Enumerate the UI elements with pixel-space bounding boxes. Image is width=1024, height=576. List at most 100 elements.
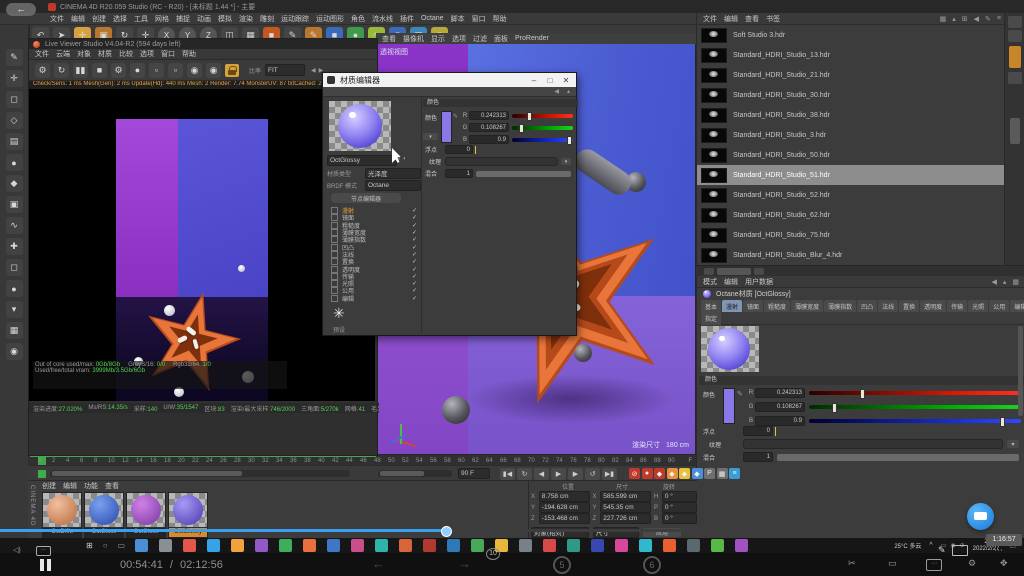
taskview-icon[interactable]: ▭ <box>118 541 126 550</box>
browser-menu-item[interactable]: 文件 <box>703 14 717 24</box>
me-channel-value[interactable]: 0.108267 <box>469 123 509 132</box>
tool-icon[interactable]: ✚ <box>6 238 23 255</box>
menu-item[interactable]: 窗口 <box>472 14 486 24</box>
attribute-menu-item[interactable]: 编辑 <box>724 277 738 287</box>
transport-button[interactable]: ◀ <box>534 468 549 480</box>
file-list-item[interactable]: Standard_HDRI_Studio_62.hdr <box>697 205 1005 225</box>
history-back-icon[interactable]: ◀ <box>991 278 996 286</box>
keyframe-button[interactable]: ⊘ <box>629 468 640 479</box>
me-slider-marker[interactable] <box>567 136 572 145</box>
me-node-icon[interactable]: ◐ <box>403 156 407 162</box>
file-list-item[interactable]: Standard_HDRI_Studio_50.hdr <box>697 145 1005 165</box>
channel-tab[interactable]: 透明度 <box>920 300 946 312</box>
lv-tool-icon[interactable]: ◉ <box>187 63 202 78</box>
channel-tab[interactable]: 置换 <box>899 300 919 312</box>
taskbar-app-icon[interactable] <box>183 539 196 552</box>
video-back-button[interactable]: ← <box>6 3 36 16</box>
comment-bubble-icon[interactable]: ⋯ <box>926 559 942 571</box>
me-channel-slider[interactable] <box>512 138 573 142</box>
transport-button[interactable]: ▶ <box>568 468 583 480</box>
channel-toggle[interactable] <box>331 236 338 243</box>
live-viewer-menu-item[interactable]: 对象 <box>77 49 91 59</box>
me-texture-field[interactable] <box>445 157 558 166</box>
taskbar-app-icon[interactable] <box>159 539 172 552</box>
pause-button[interactable] <box>40 559 52 571</box>
channel-check[interactable]: ✓ <box>409 258 417 265</box>
viewport-menu-item[interactable]: 面板 <box>494 34 508 44</box>
me-mix-value[interactable]: 1 <box>445 169 473 178</box>
keyframe-button[interactable]: ▦ <box>717 468 728 479</box>
menu-item[interactable]: 脚本 <box>451 14 465 24</box>
channel-toggle[interactable] <box>331 258 338 265</box>
taskbar-app-icon[interactable] <box>543 539 556 552</box>
rotation-value[interactable]: 0 ° <box>662 502 697 513</box>
channel-toggle[interactable] <box>331 295 338 302</box>
live-viewer-menu-item[interactable]: 云端 <box>56 49 70 59</box>
tray-expand-icon[interactable]: ^ <box>929 542 932 549</box>
browser-tool-icon[interactable]: ◀ <box>974 15 979 23</box>
me-pin-icon[interactable]: ▴ <box>567 88 570 95</box>
transport-button[interactable]: ▶▮ <box>602 468 617 480</box>
taskbar-app-icon[interactable] <box>423 539 436 552</box>
lock-resolution-icon[interactable] <box>225 64 239 77</box>
channel-toggle[interactable] <box>331 251 338 258</box>
live-viewer-menu-item[interactable]: 窗口 <box>161 49 175 59</box>
viewport-menu-item[interactable]: 选项 <box>452 34 466 44</box>
channel-check[interactable]: ✓ <box>409 273 417 280</box>
menu-item[interactable]: 网格 <box>155 14 169 24</box>
search-icon[interactable]: ▦ <box>1012 278 1019 286</box>
tool-icon[interactable]: ▦ <box>6 322 23 339</box>
channel-toggle[interactable] <box>331 222 338 229</box>
browser-tool-icon[interactable]: ▴ <box>952 15 956 23</box>
taskbar-app-icon[interactable] <box>567 539 580 552</box>
frame-range-field[interactable]: 90 F <box>458 468 490 479</box>
clip-scissors-icon[interactable]: ✂ <box>848 558 856 569</box>
tool-icon[interactable]: ✛ <box>6 70 23 87</box>
lv-tool-icon[interactable]: ▫ <box>149 63 164 78</box>
channel-check[interactable]: ✓ <box>409 266 417 273</box>
me-preview[interactable] <box>329 101 391 151</box>
viewport-menu-item[interactable]: 显示 <box>431 34 445 44</box>
file-list-item[interactable]: Standard_HDRI_Studio_30.hdr <box>697 85 1005 105</box>
taskbar-app-icon[interactable] <box>519 539 532 552</box>
lv-range-slider[interactable] <box>50 470 350 477</box>
menu-item[interactable]: 选择 <box>113 14 127 24</box>
channel-tab[interactable]: 薄膜指数 <box>824 300 856 312</box>
tool-icon[interactable]: ◇ <box>6 112 23 129</box>
me-slider-marker[interactable] <box>519 124 524 133</box>
material-menu-item[interactable]: 功能 <box>84 481 98 491</box>
lv-tool-icon[interactable]: ● <box>130 63 145 78</box>
browser-menu-item[interactable]: 查看 <box>745 14 759 24</box>
skip-forward-6-button[interactable]: 6 <box>643 556 661 574</box>
me-texture-browse[interactable]: ▾ <box>561 158 571 165</box>
lv-tool-icon[interactable]: ▮▮ <box>73 63 88 78</box>
taskbar-app-icon[interactable] <box>711 539 724 552</box>
keyframe-button[interactable]: ≡ <box>729 468 740 479</box>
me-channel-slider[interactable] <box>512 114 573 118</box>
menu-item[interactable]: 渲染 <box>239 14 253 24</box>
grey-sphere[interactable] <box>442 396 470 424</box>
taskbar-app-icon[interactable] <box>279 539 292 552</box>
channel-tab[interactable]: 粗糙度 <box>764 300 790 312</box>
menu-item[interactable]: 捕捉 <box>176 14 190 24</box>
file-list-item[interactable]: Standard_HDRI_Studio_51.hdr <box>697 165 1005 185</box>
keyframe-button[interactable]: ◆ <box>679 468 690 479</box>
tool-icon[interactable]: ▾ <box>6 301 23 318</box>
taskbar-app-icon[interactable] <box>375 539 388 552</box>
seek-handle[interactable] <box>441 526 452 537</box>
taskbar-app-icon[interactable] <box>231 539 244 552</box>
position-value[interactable]: 8.758 cm <box>539 491 590 502</box>
dock-icon[interactable] <box>1008 72 1022 84</box>
float-value[interactable]: 0 <box>743 426 773 436</box>
timeline-start-marker[interactable] <box>38 470 46 478</box>
keyframe-button[interactable]: ◆ <box>654 468 665 479</box>
viewport-menu-item[interactable]: 查看 <box>382 34 396 44</box>
color-picker-icon[interactable]: ✎ <box>737 390 743 398</box>
material-menu-item[interactable]: 查看 <box>105 481 119 491</box>
grey-sphere[interactable] <box>574 344 592 362</box>
mix-slider[interactable] <box>777 454 1019 461</box>
channel-toggle[interactable] <box>331 287 338 294</box>
cast-screen-icon[interactable]: ▭ <box>888 558 897 569</box>
channel-toggle[interactable] <box>331 266 338 273</box>
channel-slider[interactable] <box>809 405 1021 409</box>
